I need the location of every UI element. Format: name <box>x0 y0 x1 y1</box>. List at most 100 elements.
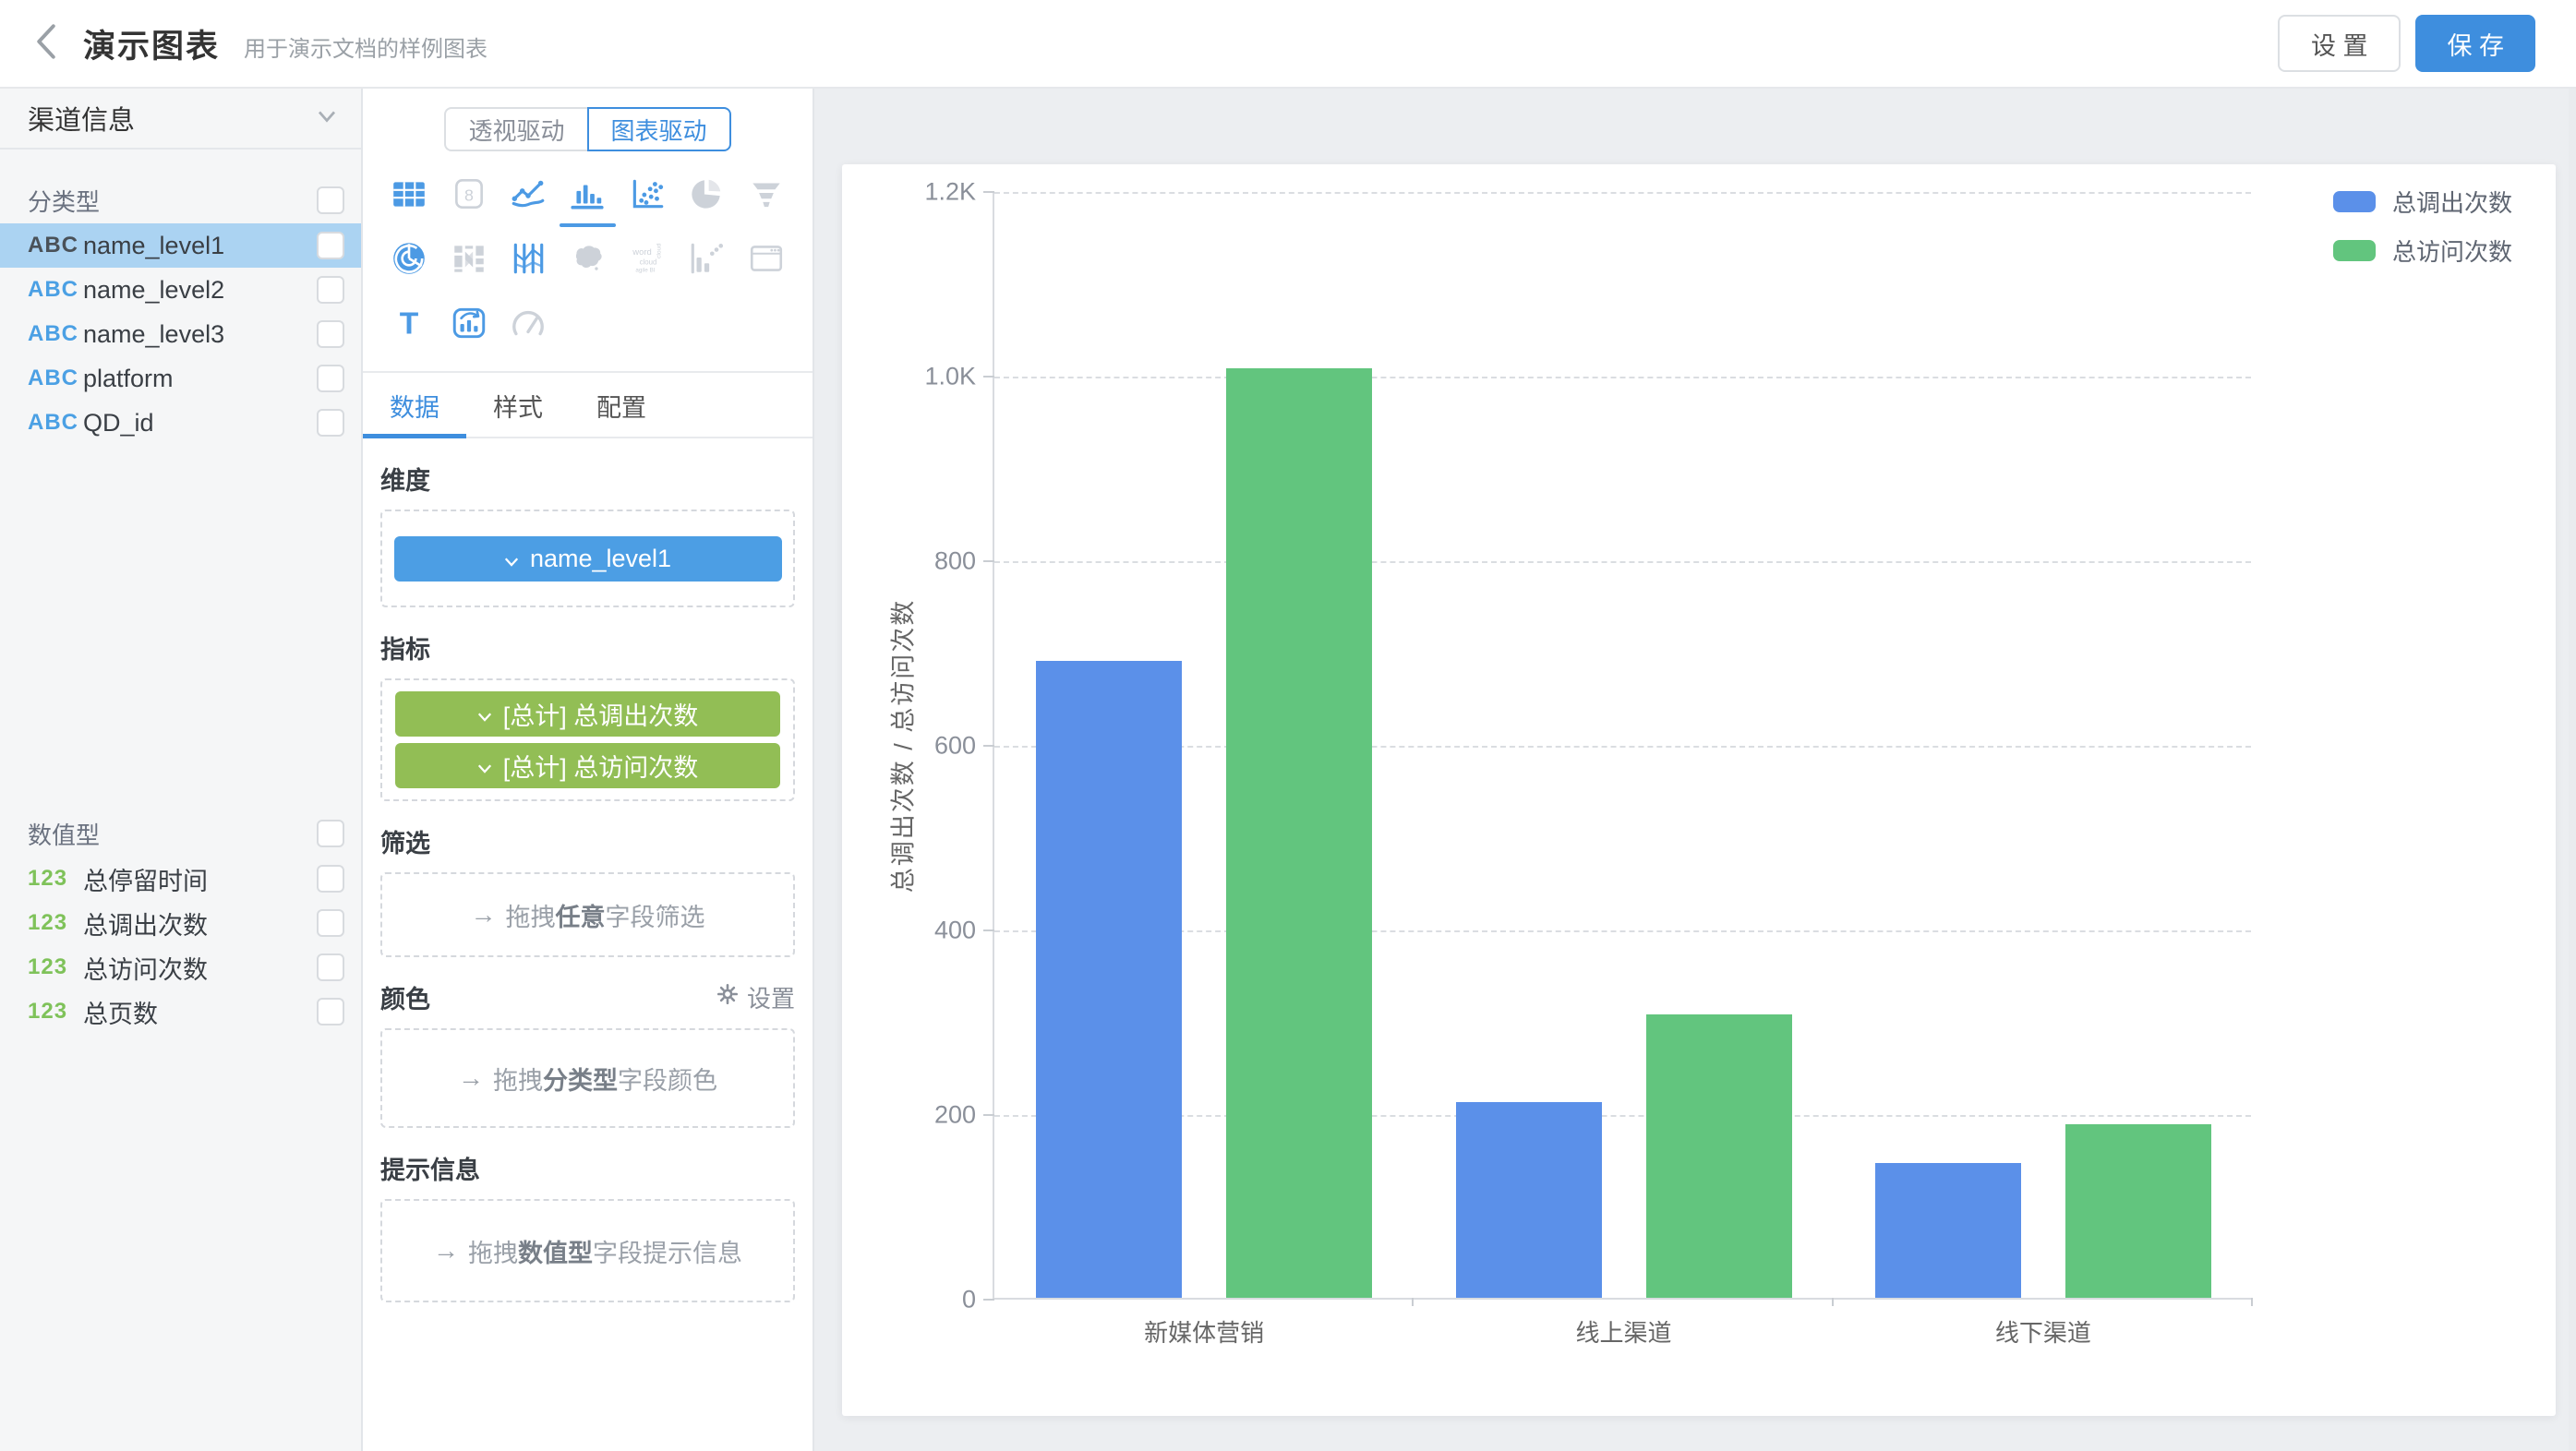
iframe-icon[interactable] <box>737 233 796 284</box>
dimension-pill[interactable]: name_level1 <box>394 536 782 582</box>
back-button[interactable] <box>26 21 66 66</box>
tab-样式[interactable]: 样式 <box>466 373 570 437</box>
table-icon[interactable] <box>379 168 439 220</box>
group-checkbox[interactable] <box>317 186 344 214</box>
color-placeholder: 拖拽分类型字段颜色 <box>493 1061 717 1097</box>
y-tick-label: 1.2K <box>828 178 976 207</box>
y-axis-tick <box>983 745 994 747</box>
color-dropzone[interactable]: → 拖拽分类型字段颜色 <box>380 1028 795 1128</box>
color-settings-button[interactable]: 设置 <box>716 980 795 1014</box>
field-label: 总访问次数 <box>83 950 317 986</box>
gridline <box>994 192 2251 194</box>
combo-chart-icon[interactable] <box>677 233 736 284</box>
legend-item[interactable]: 总调出次数 <box>2333 185 2512 219</box>
metric-pill[interactable]: [总计] 总调出次数 <box>395 691 780 737</box>
legend-item[interactable]: 总访问次数 <box>2333 234 2512 268</box>
metric-dropzone[interactable]: [总计] 总调出次数 [总计] 总访问次数 <box>380 678 795 801</box>
map-chart-icon[interactable] <box>558 233 617 284</box>
tab-数据[interactable]: 数据 <box>363 373 466 437</box>
top-bar: 演示图表 用于演示文档的样例图表 设 置 保 存 <box>0 0 2576 89</box>
chart-note-icon[interactable] <box>439 297 498 349</box>
chart-canvas-area: 总调出次数 / 总访问次数 02004006008001.0K1.2K新媒体营销… <box>814 89 2576 1451</box>
text-icon[interactable]: T <box>379 297 439 349</box>
dimension-dropzone[interactable]: name_level1 <box>380 510 795 607</box>
y-tick-label: 600 <box>828 732 976 761</box>
bar-总访问次数[interactable] <box>1226 368 1372 1298</box>
metric-section-label: 指标 <box>380 630 795 666</box>
x-tick-label: 线上渠道 <box>1414 1314 1833 1349</box>
y-axis-tick <box>983 1299 994 1301</box>
field-sidebar: 渠道信息 分类型ABCname_level1ABCname_level2ABCn… <box>0 89 363 1451</box>
field-row[interactable]: ABCplatform <box>0 356 361 401</box>
field-row[interactable]: 123总访问次数 <box>0 945 361 989</box>
svg-text:8: 8 <box>464 186 474 204</box>
bar-总访问次数[interactable] <box>2065 1124 2211 1298</box>
scatter-chart-icon[interactable] <box>618 168 677 220</box>
chart-legend: 总调出次数总访问次数 <box>2333 185 2512 282</box>
field-group: 分类型ABCname_level1ABCname_level2ABCname_l… <box>0 177 361 445</box>
field-row[interactable]: ABCname_level3 <box>0 312 361 356</box>
y-tick-label: 0 <box>828 1286 976 1314</box>
funnel-chart-icon[interactable] <box>737 168 796 220</box>
settings-button[interactable]: 设 置 <box>2278 15 2401 72</box>
line-chart-icon[interactable] <box>499 168 558 220</box>
wordcloud-chart-icon[interactable]: wordcloudagile BIcloud <box>618 233 677 284</box>
field-checkbox[interactable] <box>317 865 344 893</box>
polar-chart-icon[interactable] <box>379 233 439 284</box>
page-title: 演示图表 <box>83 20 220 67</box>
y-axis-tick <box>983 376 994 378</box>
field-row[interactable]: ABCQD_id <box>0 401 361 445</box>
field-checkbox[interactable] <box>317 953 344 981</box>
pill-label: [总计] 总访问次数 <box>503 748 699 784</box>
y-axis-tick <box>983 191 994 193</box>
sankey-chart-icon[interactable] <box>439 233 498 284</box>
bar-chart-icon[interactable] <box>558 168 617 220</box>
field-checkbox[interactable] <box>317 998 344 1025</box>
legend-swatch <box>2333 240 2376 261</box>
gauge-chart-icon[interactable] <box>499 297 558 349</box>
back-chevron-icon <box>34 23 58 65</box>
filter-section-label: 筛选 <box>380 823 795 859</box>
field-row[interactable]: ABCname_level1 <box>0 223 361 268</box>
bar-总调出次数[interactable] <box>1875 1163 2021 1298</box>
field-label: 总调出次数 <box>83 905 317 941</box>
pill-chevron-icon <box>504 545 519 573</box>
field-row[interactable]: ABCname_level2 <box>0 268 361 312</box>
bar-总调出次数[interactable] <box>1456 1102 1602 1298</box>
svg-text:T: T <box>400 307 419 342</box>
field-checkbox[interactable] <box>317 276 344 304</box>
field-row[interactable]: 123总停留时间 <box>0 857 361 901</box>
filter-dropzone[interactable]: → 拖拽任意字段筛选 <box>380 872 795 957</box>
legend-swatch <box>2333 191 2376 212</box>
field-row[interactable]: 123总页数 <box>0 989 361 1034</box>
field-row[interactable]: 123总调出次数 <box>0 901 361 945</box>
bar-总访问次数[interactable] <box>1646 1014 1792 1298</box>
mode-switch: 透视驱动图表驱动 <box>444 107 730 151</box>
pie-chart-icon[interactable] <box>677 168 736 220</box>
tooltip-dropzone[interactable]: → 拖拽数值型字段提示信息 <box>380 1199 795 1302</box>
chevron-down-icon <box>317 109 337 128</box>
bar-总调出次数[interactable] <box>1036 661 1182 1298</box>
kpi-card-icon[interactable]: 8 <box>439 168 498 220</box>
field-checkbox[interactable] <box>317 232 344 259</box>
mode-tab-chart[interactable]: 图表驱动 <box>587 107 731 151</box>
field-checkbox[interactable] <box>317 909 344 937</box>
metric-pill[interactable]: [总计] 总访问次数 <box>395 743 780 788</box>
pill-chevron-icon <box>477 751 492 780</box>
legend-label: 总调出次数 <box>2392 185 2512 219</box>
tab-配置[interactable]: 配置 <box>570 373 673 437</box>
dataset-selector[interactable]: 渠道信息 <box>0 89 361 150</box>
drag-arrow-icon: → <box>458 1063 484 1093</box>
tooltip-section-label: 提示信息 <box>380 1150 795 1186</box>
field-checkbox[interactable] <box>317 409 344 437</box>
field-checkbox[interactable] <box>317 320 344 348</box>
field-type-tag: ABC <box>28 410 83 436</box>
save-button[interactable]: 保 存 <box>2415 15 2535 72</box>
config-panel: 透视驱动图表驱动 8 wordcloudagile BIcloud T 数据样式配置… <box>363 89 814 1451</box>
x-tick-label: 新媒体营销 <box>994 1314 1414 1349</box>
mode-tab-pivot[interactable]: 透视驱动 <box>444 107 586 151</box>
group-checkbox[interactable] <box>317 820 344 847</box>
field-checkbox[interactable] <box>317 365 344 392</box>
page-scrollbar-track[interactable] <box>2569 0 2576 1451</box>
parallel-chart-icon[interactable] <box>499 233 558 284</box>
